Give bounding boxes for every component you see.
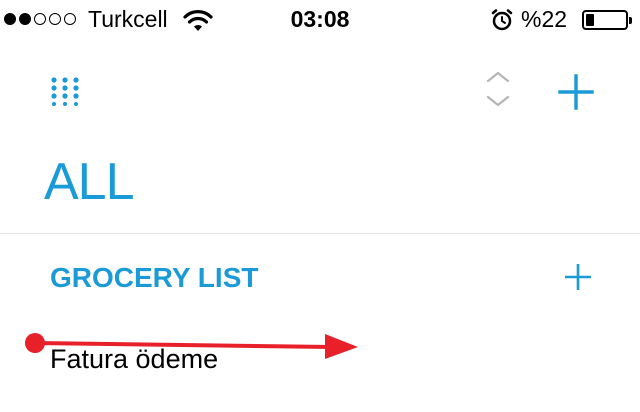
app-screen: Turkcell 03:08 %22 ALL GROCERY LIST Fatu… bbox=[0, 0, 640, 412]
add-item-icon[interactable] bbox=[565, 264, 591, 290]
section-title[interactable]: GROCERY LIST bbox=[50, 262, 258, 294]
list-item[interactable]: Fatura ödeme bbox=[50, 344, 590, 384]
page-title: ALL bbox=[44, 153, 135, 211]
battery-icon bbox=[582, 10, 632, 30]
add-icon[interactable] bbox=[558, 74, 594, 110]
alarm-clock-icon bbox=[491, 9, 513, 31]
divider bbox=[0, 233, 640, 234]
sort-arrows-icon[interactable] bbox=[484, 70, 512, 108]
battery-level bbox=[586, 14, 594, 26]
battery-percentage: %22 bbox=[521, 6, 568, 32]
status-bar: Turkcell 03:08 %22 bbox=[0, 0, 640, 40]
grid-menu-icon[interactable] bbox=[50, 76, 80, 106]
